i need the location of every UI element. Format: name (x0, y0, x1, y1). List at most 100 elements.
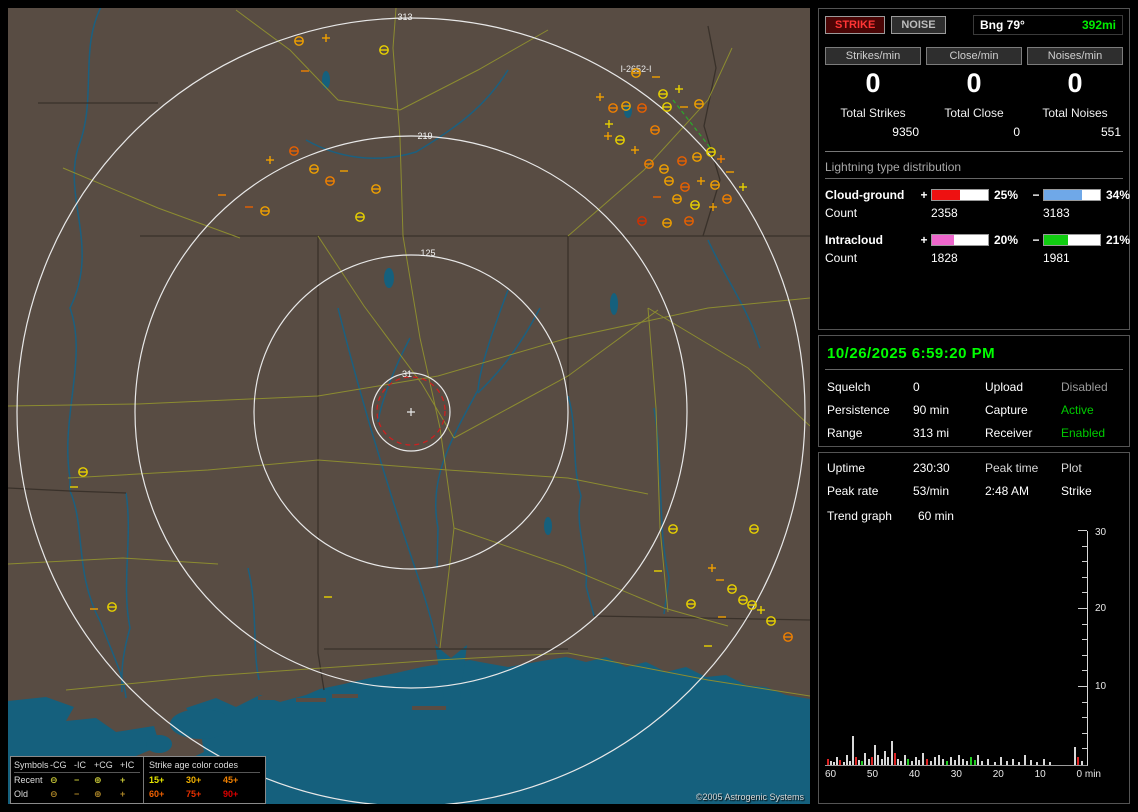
trend-bar (926, 758, 929, 765)
trend-bar (999, 757, 1002, 765)
receiver-label: Receiver (985, 426, 1033, 440)
legend-age-code: 60+ (149, 789, 165, 799)
ic-negative-bar (1043, 234, 1101, 246)
noises-column: Noises/min 0 Total Noises 551 (1027, 47, 1123, 139)
trend-bar (854, 757, 857, 765)
persistence-value: 90 min (913, 403, 950, 417)
noise-tab[interactable]: NOISE (891, 16, 946, 34)
trend-plot (825, 530, 1088, 766)
trend-bar (993, 761, 996, 765)
range-value: 313 mi (913, 426, 950, 440)
trend-chart: 30 20 10 60 50 40 30 20 10 0 min (825, 527, 1123, 789)
peak-time-value: 2:48 AM (985, 484, 1030, 498)
trend-bar (877, 754, 880, 765)
trend-section: Uptime 230:30 Peak time Plot Peak rate 5… (818, 452, 1130, 804)
total-strikes-value: 9350 (892, 125, 919, 139)
legend-age-code: 75+ (186, 789, 202, 799)
uptime-value: 230:30 (913, 461, 950, 475)
legend-old-row: Old ⊖ − ⊕ + (14, 787, 140, 801)
map-svg[interactable]: 313 219 125 31 I-2652-I (8, 8, 810, 804)
trend-bar (914, 757, 917, 765)
trend-bar (969, 757, 972, 765)
trend-bar (957, 754, 960, 765)
trend-bar (1073, 747, 1076, 765)
legend-symbol: ⊖ (50, 775, 58, 785)
trend-bar (829, 761, 832, 765)
noises-per-min-button[interactable]: Noises/min (1027, 47, 1123, 65)
cloud-ground-count-row: Count 2358 3183 (825, 206, 1123, 220)
trend-bar (918, 760, 921, 765)
trend-bar (942, 758, 944, 765)
y-axis-tick (1082, 748, 1087, 750)
cg-positive-bar (931, 189, 989, 201)
trend-bar (826, 758, 829, 765)
trend-bar (887, 757, 889, 765)
trend-bar (1048, 761, 1051, 765)
upload-status: Disabled (1061, 380, 1108, 394)
legend-recent-row: Recent ⊖ − ⊕ + (14, 773, 140, 787)
trend-bar (880, 758, 883, 765)
legend-symbol: ⊕ (94, 789, 102, 799)
trend-bar (857, 760, 860, 765)
y-tick-label: 20 (1095, 603, 1107, 614)
range-ring-label: 31 (402, 369, 412, 379)
trend-bar (832, 761, 835, 765)
trend-bar (1011, 758, 1014, 765)
divider (825, 151, 1123, 152)
total-noises-label: Total Noises (1042, 106, 1108, 120)
ic-positive-count: 1828 (931, 251, 958, 265)
positive-sign: + (920, 233, 928, 247)
ic-positive-pct: 20% (994, 233, 1019, 247)
legend-symbol: ⊖ (50, 789, 58, 799)
trend-bar (907, 758, 910, 765)
squelch-value: 0 (913, 380, 920, 394)
cg-positive-count: 2358 (931, 206, 958, 220)
legend-symbol: + (120, 789, 126, 799)
strikes-column: Strikes/min 0 Total Strikes 9350 (825, 47, 921, 139)
cg-negative-bar (1043, 189, 1101, 201)
persistence-label: Persistence (827, 403, 890, 417)
squelch-label: Squelch (827, 380, 871, 394)
legend-col-header: -IC (74, 760, 86, 770)
total-noises-value: 551 (1100, 125, 1121, 139)
total-close-value: 0 (1013, 125, 1020, 139)
ic-negative-pct: 21% (1106, 233, 1131, 247)
trend-bar (870, 757, 873, 765)
cg-negative-count: 3183 (1043, 206, 1070, 220)
y-axis-tick (1082, 639, 1087, 641)
map-area[interactable]: 313 219 125 31 I-2652-I Symbols -CG -IC … (8, 8, 810, 804)
y-axis-tick (1082, 717, 1087, 719)
legend-age-row: 15+ 30+ 45+ (149, 773, 260, 787)
legend-symbol: − (74, 789, 80, 799)
legend-col-header: +CG (94, 760, 113, 770)
bearing-range: 392mi (1081, 18, 1116, 32)
y-axis-tick (1078, 530, 1087, 531)
range-ring-label: 219 (417, 131, 432, 141)
upload-label: Upload (985, 380, 1024, 394)
x-tick-label: 30 (950, 769, 962, 780)
range-label: Range (827, 426, 863, 440)
legend-symbol: + (120, 775, 126, 785)
trend-bar (867, 758, 870, 765)
strike-tab[interactable]: STRIKE (825, 16, 886, 34)
legend-col-header: -CG (50, 760, 67, 770)
ic-positive-bar (931, 234, 989, 246)
x-tick-label: 0 min (1076, 769, 1101, 780)
intracloud-label: Intracloud (825, 233, 884, 247)
cg-negative-pct: 34% (1106, 188, 1131, 202)
intracloud-row: Intracloud + 20% − 21% (825, 233, 1130, 247)
trend-graph-label: Trend graph (827, 509, 892, 523)
side-panel: STRIKE NOISE Bng 79° 392mi Strikes/min 0… (818, 8, 1130, 804)
ic-negative-count: 1981 (1043, 251, 1070, 265)
trend-bar (961, 758, 964, 765)
copyright-text: ©2005 Astrogenic Systems (695, 792, 804, 802)
negative-sign: − (1032, 188, 1040, 202)
trend-bar (922, 753, 925, 765)
range-ring-label: 125 (420, 248, 435, 258)
trend-bar (842, 761, 845, 765)
close-per-min-button[interactable]: Close/min (926, 47, 1022, 65)
strikes-per-min-button[interactable]: Strikes/min (825, 47, 921, 65)
trend-bar (1018, 761, 1020, 765)
y-axis-tick (1082, 670, 1087, 672)
cloud-ground-label: Cloud-ground (825, 188, 905, 202)
